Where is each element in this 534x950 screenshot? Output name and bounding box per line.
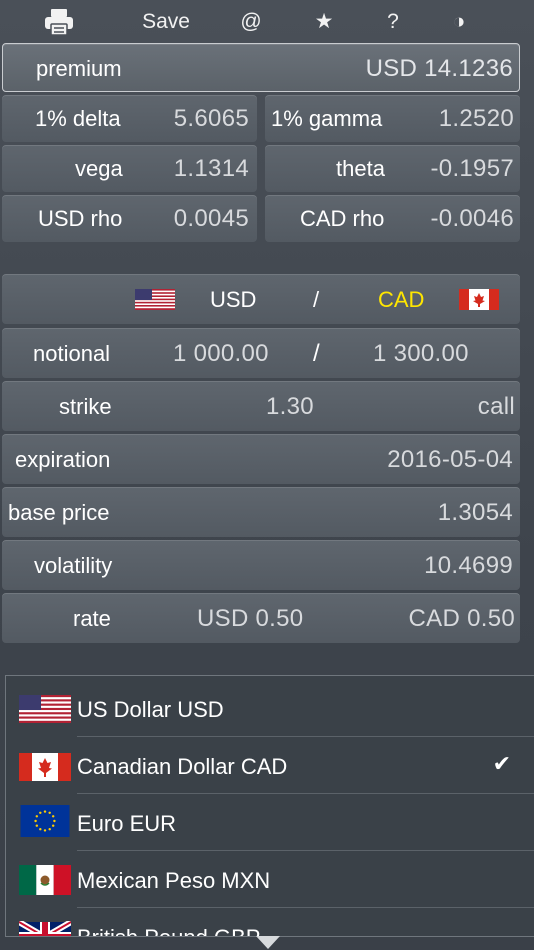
vega-cell: vega 1.1314: [2, 145, 257, 192]
eu-flag-icon: [20, 805, 70, 837]
theta-cell: theta -0.1957: [265, 145, 520, 192]
mx-flag-icon: [19, 865, 71, 895]
popover-arrow-icon: [256, 936, 280, 949]
notional-quote-value[interactable]: 1 300.00: [373, 340, 469, 368]
gamma-value: 1.2520: [438, 105, 514, 132]
printer-icon: [45, 9, 73, 36]
base-price-value[interactable]: 1.3054: [438, 499, 513, 527]
theta-value: -0.1957: [430, 155, 514, 182]
premium-cell[interactable]: premium USD 14.1236: [2, 43, 520, 92]
volatility-row[interactable]: volatility 10.4699: [2, 540, 520, 590]
delta-cell: 1% delta 5.6065: [2, 95, 257, 142]
expiration-label: expiration: [15, 447, 111, 472]
premium-value: USD 14.1236: [365, 55, 513, 82]
currency-option-gbp[interactable]: British Pound GBP: [6, 908, 534, 936]
us-flag-icon[interactable]: [135, 289, 175, 310]
pair-separator: /: [313, 287, 320, 312]
ca-flag-icon: [19, 753, 71, 781]
rate-row[interactable]: rate USD 0.50 CAD 0.50: [2, 593, 520, 643]
vega-label: vega: [75, 156, 123, 181]
rate-label: rate: [73, 606, 111, 631]
toolbar: Save @ ★ ? ◑: [0, 0, 534, 44]
usd-rho-cell: USD rho 0.0045: [2, 195, 257, 242]
strike-row[interactable]: strike 1.30 call: [2, 381, 520, 431]
currency-option-mxn[interactable]: Mexican Peso MXN: [6, 851, 534, 908]
currency-option-cad[interactable]: Canadian Dollar CAD ✔: [6, 737, 534, 794]
premium-label: premium: [36, 56, 122, 81]
cad-rho-value: -0.0046: [430, 205, 514, 232]
currency-option-label: British Pound GBP: [77, 925, 260, 936]
ca-flag-icon[interactable]: [459, 289, 499, 310]
cad-rho-label: CAD rho: [300, 206, 385, 231]
currency-option-label: US Dollar USD: [77, 697, 224, 722]
theta-label: theta: [336, 156, 385, 181]
vega-value: 1.1314: [173, 155, 249, 182]
quote-currency-label[interactable]: CAD: [378, 287, 424, 313]
currency-pair-row: USD / CAD: [2, 274, 520, 324]
currency-option-label: Canadian Dollar CAD: [77, 754, 288, 779]
usd-rho-value: 0.0045: [173, 205, 249, 232]
expiration-value[interactable]: 2016-05-04: [387, 446, 513, 474]
currency-option-eur[interactable]: Euro EUR: [6, 794, 534, 851]
notional-separator: /: [313, 340, 320, 367]
currency-picker: US Dollar USD Canadian Dollar CAD ✔ Euro: [5, 675, 534, 937]
email-button[interactable]: @: [236, 8, 266, 36]
strike-value[interactable]: 1.30: [266, 393, 314, 421]
volatility-label: volatility: [34, 553, 113, 578]
gb-flag-icon: [19, 921, 71, 936]
gamma-cell: 1% gamma 1.2520: [265, 95, 520, 142]
notional-base-value[interactable]: 1 000.00: [173, 340, 269, 368]
notional-label: notional: [33, 341, 111, 366]
favorite-button[interactable]: ★: [309, 8, 339, 36]
help-button[interactable]: ?: [378, 8, 408, 36]
strike-label: strike: [59, 394, 112, 419]
currency-option-label: Mexican Peso MXN: [77, 868, 271, 893]
checkmark-icon: ✔: [492, 751, 511, 776]
volatility-value[interactable]: 10.4699: [424, 552, 513, 580]
theme-toggle-button[interactable]: ◑: [444, 8, 474, 36]
cad-rho-cell: CAD rho -0.0046: [265, 195, 520, 242]
base-currency-label[interactable]: USD: [210, 287, 256, 313]
usd-rho-label: USD rho: [38, 206, 123, 231]
rate-quote-value[interactable]: CAD 0.50: [409, 605, 515, 633]
notional-row[interactable]: notional 1 000.00 / 1 300.00: [2, 328, 520, 378]
option-type-value[interactable]: call: [478, 393, 515, 421]
us-flag-icon: [19, 695, 71, 723]
gamma-label: 1% gamma: [271, 106, 383, 131]
delta-value: 5.6065: [173, 105, 249, 132]
currency-option-label: Euro EUR: [77, 811, 177, 836]
currency-option-usd[interactable]: US Dollar USD: [6, 680, 534, 737]
base-price-label: base price: [8, 500, 110, 525]
save-button[interactable]: Save: [135, 8, 197, 36]
delta-label: 1% delta: [35, 106, 121, 131]
expiration-row[interactable]: expiration 2016-05-04: [2, 434, 520, 484]
base-price-row[interactable]: base price 1.3054: [2, 487, 520, 537]
rate-base-value[interactable]: USD 0.50: [197, 605, 303, 633]
print-button[interactable]: [40, 8, 78, 36]
